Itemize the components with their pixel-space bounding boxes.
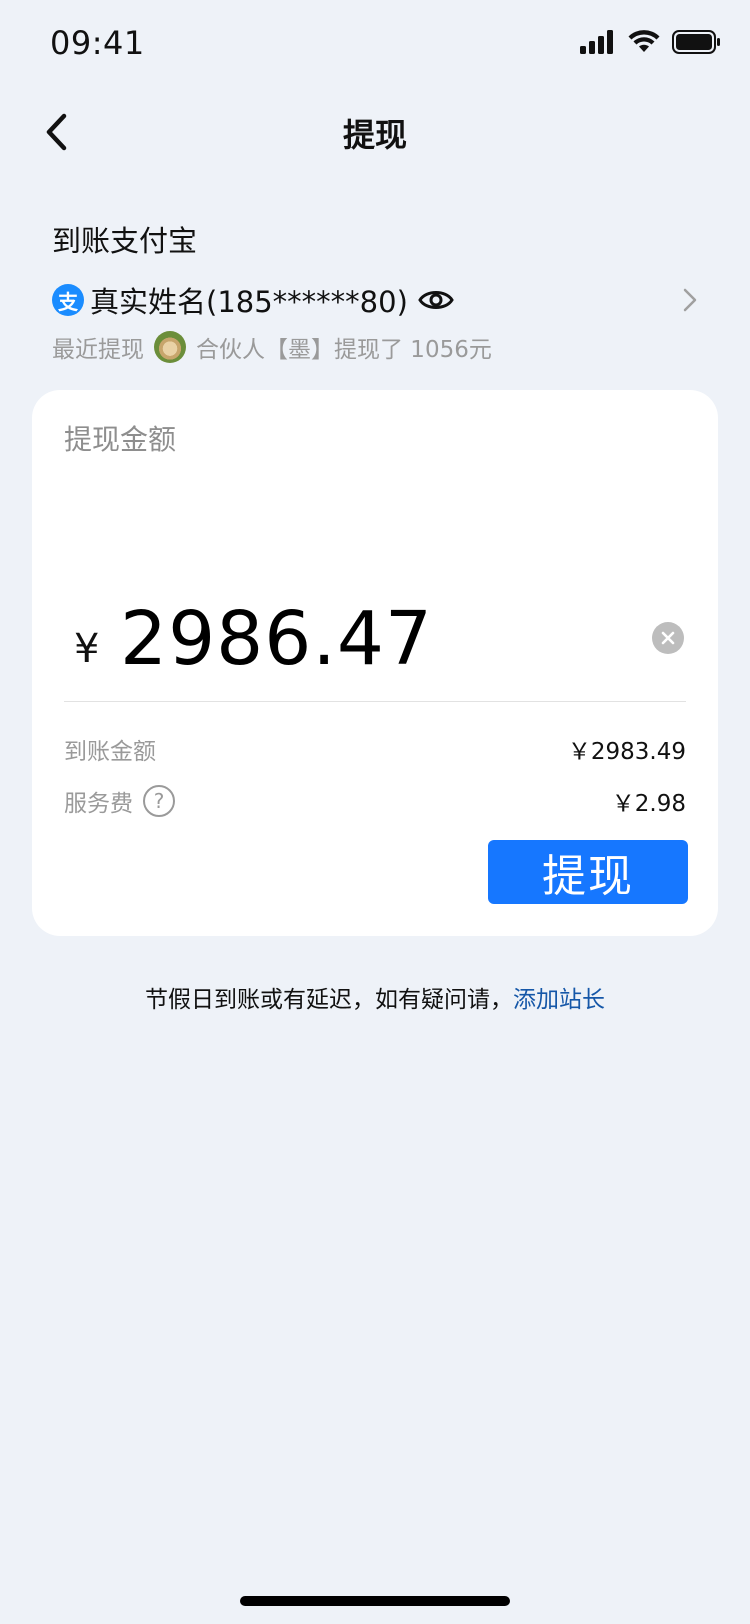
fee-value: ￥2.98 xyxy=(611,791,686,817)
notice-text: 节假日到账或有延迟，如有疑问请， xyxy=(145,987,513,1013)
eye-icon xyxy=(418,291,454,309)
received-label: 到账金额 xyxy=(64,739,156,765)
help-icon[interactable]: ? xyxy=(143,785,175,817)
chevron-right-icon[interactable] xyxy=(680,287,700,313)
recent-label: 最近提现 xyxy=(52,337,144,363)
withdraw-card: 提现金额 ¥ 2986.47 到账金额 ￥2983.49 服务费 ? ￥2.98… xyxy=(32,390,718,936)
recent-withdrawal: 最近提现 合伙人【墨】提现了 1056元 xyxy=(52,330,492,364)
amount-label: 提现金额 xyxy=(64,423,177,456)
destination-label: 到账支付宝 xyxy=(52,224,198,258)
received-amount-row: 到账金额 ￥2983.49 xyxy=(64,732,686,766)
status-time: 09:41 xyxy=(50,24,145,62)
battery-icon xyxy=(672,30,720,54)
received-value: ￥2983.49 xyxy=(567,739,686,765)
clear-button[interactable] xyxy=(652,622,684,654)
wifi-icon xyxy=(628,30,660,52)
add-admin-link[interactable]: 添加站长 xyxy=(513,987,605,1013)
service-fee-label-group: 服务费 ? xyxy=(64,784,175,818)
service-fee-row: 服务费 ? ￥2.98 xyxy=(64,784,686,818)
avatar xyxy=(154,331,186,363)
currency-symbol: ¥ xyxy=(74,626,100,672)
toggle-visibility-button[interactable] xyxy=(418,285,456,315)
footer-notice: 节假日到账或有延迟，如有疑问请，添加站长 xyxy=(0,980,750,1014)
status-icons xyxy=(580,30,720,54)
fee-label: 服务费 xyxy=(64,791,133,817)
amount-value[interactable]: 2986.47 xyxy=(120,596,433,682)
withdraw-button[interactable]: 提现 xyxy=(488,840,688,904)
account-name: 真实姓名(185******80) xyxy=(90,285,408,319)
cellular-signal-icon xyxy=(580,30,613,54)
withdraw-screen: 09:41 提现 到账支付宝 支 真实姓名(185******80) 最近提现 … xyxy=(0,0,750,1624)
page-title: 提现 xyxy=(342,116,407,154)
amount-input[interactable]: ¥ 2986.47 xyxy=(64,596,686,682)
divider xyxy=(64,701,686,702)
recent-text: 合伙人【墨】提现了 1056元 xyxy=(196,337,492,363)
home-indicator[interactable] xyxy=(240,1596,510,1606)
close-icon xyxy=(661,631,675,645)
alipay-icon: 支 xyxy=(52,284,84,316)
account-selector[interactable]: 支 真实姓名(185******80) xyxy=(52,280,680,320)
